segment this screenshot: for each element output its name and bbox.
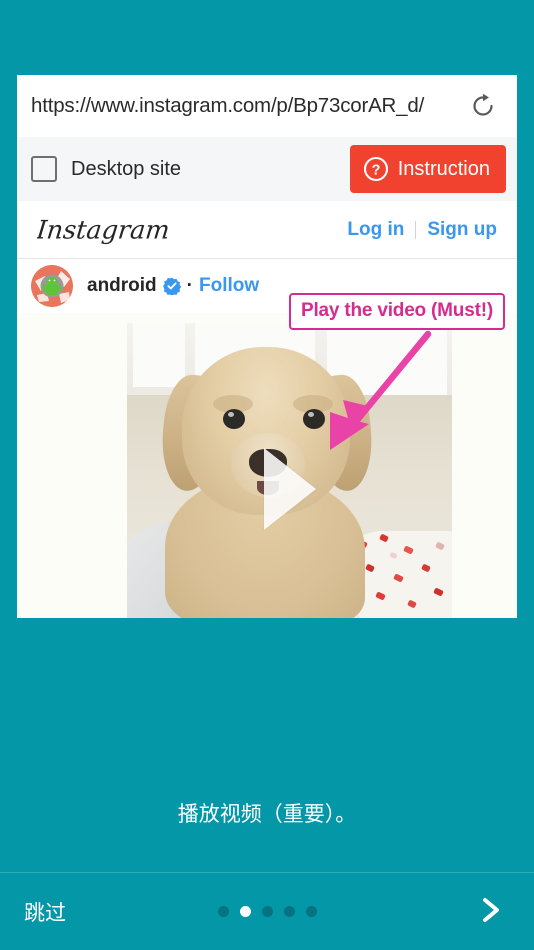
url-input[interactable]: https://www.instagram.com/p/Bp73corAR_d/ (31, 94, 463, 118)
pagination-dot[interactable] (217, 906, 229, 917)
chevron-right-icon (478, 895, 504, 928)
pagination-dot-active[interactable] (239, 906, 251, 917)
sign-up-link[interactable]: Sign up (427, 219, 497, 241)
pagination-dot[interactable] (261, 906, 273, 917)
pagination-dots (0, 906, 534, 917)
decor-window-pane (133, 323, 185, 387)
desktop-site-checkbox-row[interactable]: Desktop site (31, 156, 181, 182)
log-in-link[interactable]: Log in (347, 219, 404, 241)
svg-text:?: ? (371, 163, 380, 179)
url-bar: https://www.instagram.com/p/Bp73corAR_d/ (17, 75, 517, 137)
pagination-dot[interactable] (283, 906, 295, 917)
decor-dog-eye (223, 409, 245, 429)
instruction-button-label: Instruction (397, 157, 490, 180)
post-user-info: android · Follow (87, 275, 259, 297)
pagination-dot[interactable] (305, 906, 317, 917)
instagram-auth-links: Log in Sign up (347, 219, 497, 241)
svg-text:Instagram: Instagram (37, 215, 171, 245)
verified-badge-icon (162, 277, 181, 297)
video-player[interactable] (127, 323, 452, 618)
next-button[interactable] (470, 891, 512, 933)
bullet-separator: · (186, 275, 193, 296)
play-triangle-icon[interactable] (263, 447, 316, 530)
skip-button[interactable]: 跳过 (22, 891, 68, 933)
decor-dog-eye (303, 409, 325, 429)
instagram-header: Instagram Log in Sign up (17, 201, 517, 259)
annotation-callout-box: Play the video (Must!) (289, 293, 505, 330)
auth-separator (415, 220, 417, 239)
instagram-logo[interactable]: Instagram (37, 213, 192, 247)
desktop-site-checkbox[interactable] (31, 156, 57, 182)
post-username[interactable]: android (87, 275, 157, 297)
tutorial-caption: 播放视频（重要）。 (177, 802, 357, 826)
tutorial-bottom-bar: 跳过 (0, 873, 534, 950)
follow-link[interactable]: Follow (199, 275, 259, 297)
android-avatar-icon[interactable] (31, 265, 73, 307)
browser-options-bar: Desktop site ? Instruction (17, 137, 517, 201)
post-media-area (17, 313, 517, 618)
reload-icon[interactable] (463, 86, 503, 126)
desktop-site-label: Desktop site (71, 157, 182, 180)
question-circle-icon: ? (363, 156, 389, 182)
annotation-callout-label: Play the video (Must!) (301, 300, 493, 321)
browser-card: https://www.instagram.com/p/Bp73corAR_d/… (17, 75, 517, 618)
instruction-button[interactable]: ? Instruction (349, 145, 506, 193)
